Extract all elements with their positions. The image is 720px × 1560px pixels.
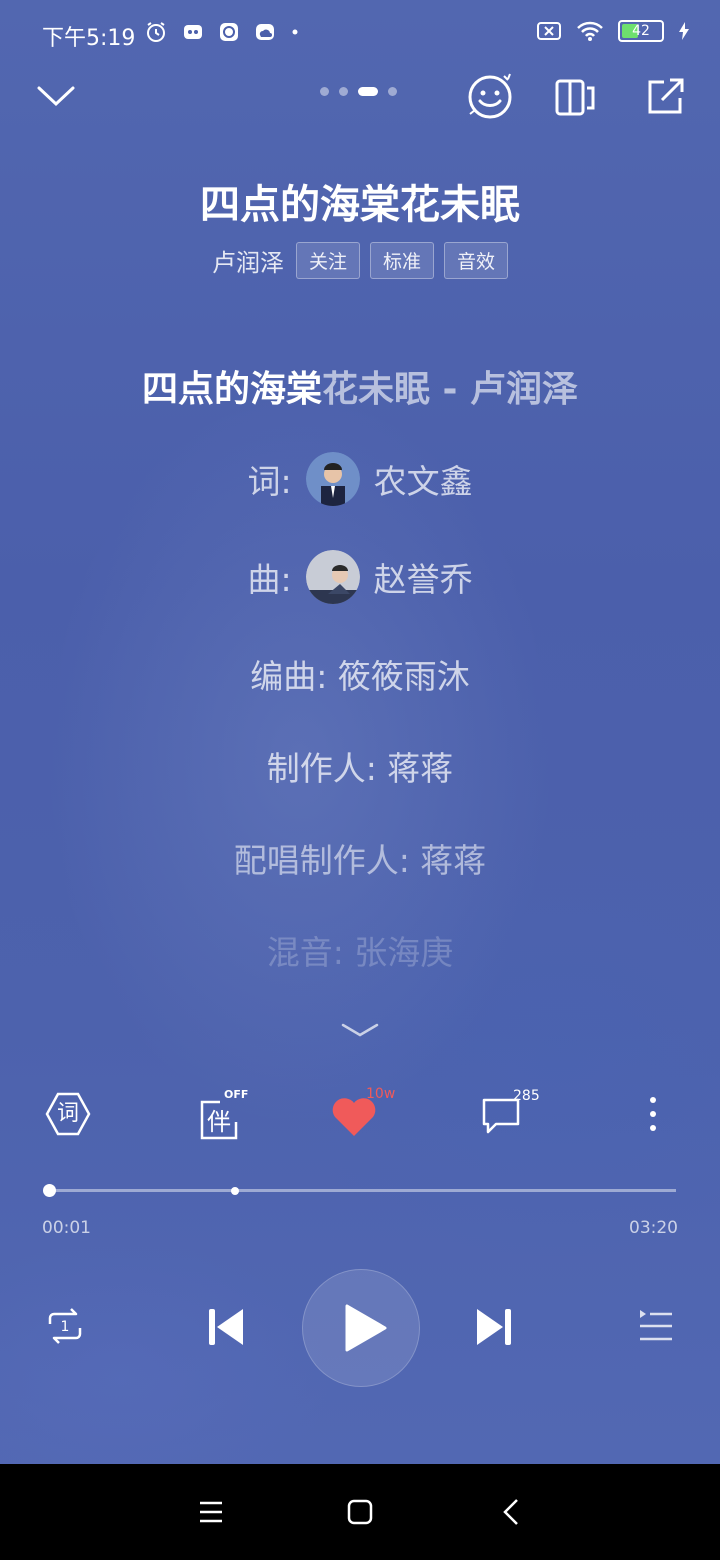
buffer-marker <box>231 1187 239 1195</box>
menu-icon[interactable] <box>198 1500 224 1524</box>
comment-button[interactable]: 285 <box>480 1088 550 1142</box>
artist-name[interactable]: 卢润泽 <box>212 243 284 278</box>
page-dot <box>320 87 329 96</box>
weather-notification-icon <box>256 24 274 40</box>
play-icon <box>345 1304 387 1352</box>
repeat-one-icon[interactable]: 1 <box>44 1306 86 1346</box>
credit-mixing: 混音: 张海庚 <box>266 933 454 972</box>
quality-button[interactable]: 标准 <box>369 242 434 279</box>
credit-label: 曲: <box>247 560 292 599</box>
elapsed-time: 00:01 <box>42 1218 91 1238</box>
more-options-button[interactable] <box>642 1094 664 1134</box>
lyric-unsung-part: 花未眠 - 卢润泽 <box>322 369 579 410</box>
page-dot <box>339 87 348 96</box>
lyricist-avatar[interactable] <box>305 452 360 506</box>
like-count: 10w <box>366 1086 396 1102</box>
battery-level: 42 <box>632 23 650 39</box>
like-button[interactable]: 10w <box>330 1086 400 1142</box>
comment-count: 285 <box>513 1088 540 1104</box>
credit-producer: 制作人: 蒋蒋 <box>266 749 454 788</box>
battery-icon: 42 <box>618 20 664 42</box>
action-row: 词 伴 OFF 10w 285 <box>0 1080 720 1150</box>
phone-device-icon[interactable] <box>554 76 596 118</box>
composer-avatar[interactable] <box>305 550 360 604</box>
song-title: 四点的海棠花未眠 <box>200 182 520 228</box>
accompany-button[interactable]: 伴 OFF <box>200 1088 250 1142</box>
follow-button[interactable]: 关注 <box>295 242 360 279</box>
next-track-icon[interactable] <box>474 1306 514 1348</box>
charging-icon <box>679 22 689 40</box>
share-icon[interactable] <box>644 76 686 118</box>
duration-time: 03:20 <box>629 1218 678 1238</box>
back-icon[interactable] <box>502 1498 520 1526</box>
credit-lyricist[interactable]: 词: 农文鑫 <box>0 450 720 508</box>
page-dot <box>388 87 397 96</box>
lyrics-mode-label: 词 <box>56 1101 79 1126</box>
sim-off-icon <box>537 22 561 40</box>
song-meta-row: 卢润泽 关注 标准 音效 <box>0 242 720 279</box>
credit-arranger: 编曲: 筱筱雨沐 <box>250 657 470 696</box>
credit-label: 词: <box>247 462 292 501</box>
smiley-face-icon[interactable] <box>464 70 518 122</box>
dot-icon <box>292 29 298 35</box>
accompany-label: 伴 <box>207 1108 231 1136</box>
collapse-chevron-down-icon[interactable] <box>36 82 76 110</box>
app-notification-icon <box>184 25 202 39</box>
credit-value: 农文鑫 <box>373 462 473 501</box>
previous-track-icon[interactable] <box>206 1306 246 1348</box>
wifi-icon <box>577 21 603 41</box>
playlist-icon[interactable] <box>636 1306 676 1346</box>
lyrics-expand-chevron-icon[interactable] <box>340 1020 380 1040</box>
credit-value: 赵誉乔 <box>373 560 473 599</box>
progress-track[interactable] <box>46 1189 676 1192</box>
credit-vocal-producer: 配唱制作人: 蒋蒋 <box>233 841 487 880</box>
system-navigation-bar <box>0 1464 720 1560</box>
more-vertical-icon <box>650 1097 656 1131</box>
lyrics-mode-button[interactable]: 词 <box>44 1090 92 1138</box>
page-dot-active <box>358 87 378 96</box>
status-time: 下午5:19 <box>42 26 136 51</box>
status-icons-left <box>144 20 300 44</box>
lyric-sung-part: 四点的海棠 <box>141 369 322 410</box>
svg-text:1: 1 <box>61 1319 70 1335</box>
credit-composer[interactable]: 曲: 赵誉乔 <box>0 548 720 606</box>
accompany-state-badge: OFF <box>224 1088 249 1101</box>
status-icons-right: 42 <box>536 20 690 42</box>
play-button[interactable] <box>302 1269 420 1387</box>
home-square-icon[interactable] <box>347 1499 373 1525</box>
compass-notification-icon <box>220 23 238 41</box>
lyric-current-line[interactable]: 四点的海棠花未眠 - 卢润泽 <box>0 360 720 412</box>
sound-effect-button[interactable]: 音效 <box>444 242 509 279</box>
page-indicator <box>320 87 397 96</box>
alarm-icon <box>147 22 165 42</box>
